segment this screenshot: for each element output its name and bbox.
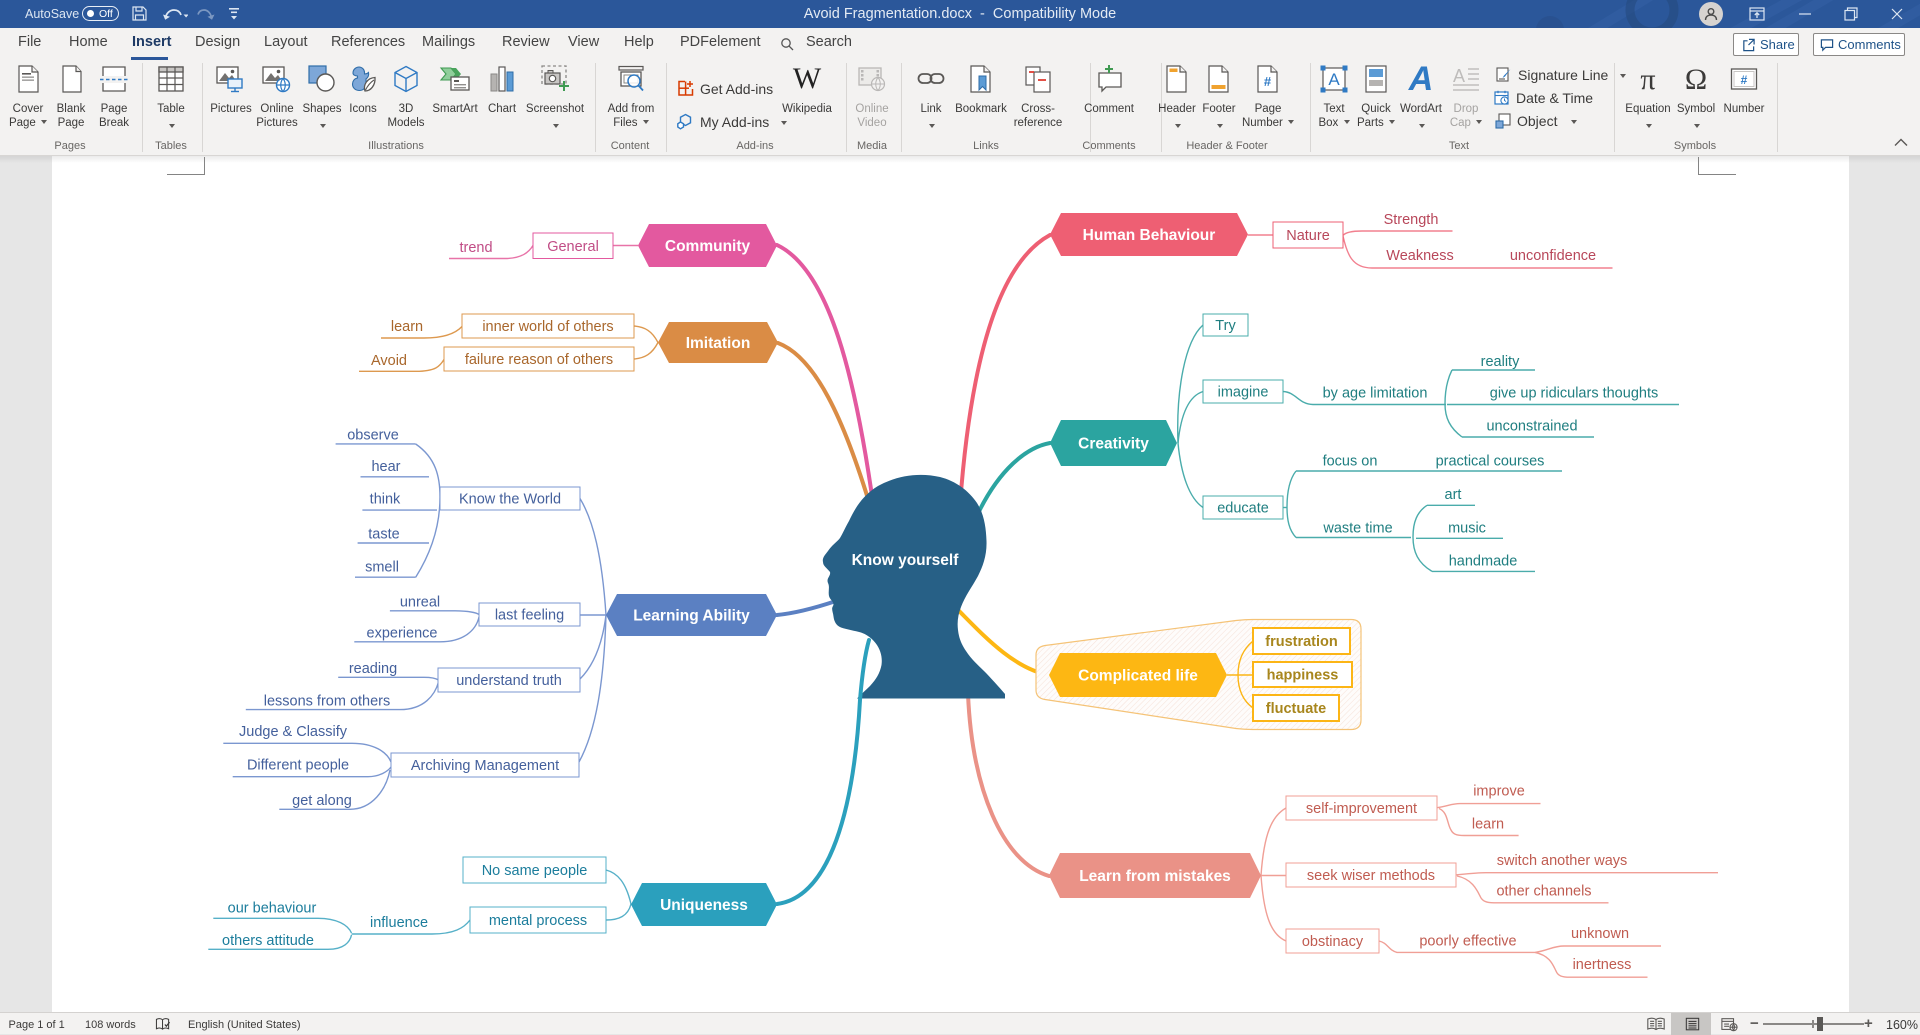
svg-text:unconfidence: unconfidence [1510,248,1596,264]
svg-text:Avoid: Avoid [371,353,407,369]
svg-text:experience: experience [367,626,438,642]
svg-text:music: music [1448,521,1486,537]
svg-text:#: # [1264,74,1272,89]
svg-text:our behaviour: our behaviour [228,901,317,917]
svg-text:failure reason of others: failure reason of others [465,352,613,368]
svg-text:No same people: No same people [482,863,588,879]
svg-text:influence: influence [370,915,428,931]
svg-text:π: π [1640,64,1655,94]
svg-text:last feeling: last feeling [495,608,564,624]
svg-text:understand truth: understand truth [456,673,562,689]
svg-text:Imitation: Imitation [686,335,751,352]
svg-text:fluctuate: fluctuate [1266,701,1326,717]
svg-text:smell: smell [365,560,399,576]
svg-text:learn: learn [391,319,423,335]
svg-text:General: General [547,239,599,255]
svg-text:Ω: Ω [1685,64,1707,94]
svg-text:Know the World: Know the World [459,492,561,508]
svg-text:Different people: Different people [247,758,349,774]
svg-text:mental process: mental process [489,913,587,929]
svg-text:W: W [793,64,822,94]
svg-text:inner world of others: inner world of others [482,319,613,335]
svg-text:taste: taste [368,527,399,543]
svg-text:improve: improve [1473,784,1525,800]
svg-text:handmade: handmade [1449,554,1518,570]
svg-text:happiness: happiness [1267,668,1339,684]
svg-text:others attitude: others attitude [222,933,314,949]
svg-text:by age limitation: by age limitation [1323,386,1428,402]
svg-text:give up ridiculars thoughts: give up ridiculars thoughts [1490,386,1658,402]
svg-text:unconstrained: unconstrained [1486,419,1577,435]
svg-text:A: A [1453,66,1465,86]
svg-text:Weakness: Weakness [1386,248,1453,264]
svg-text:reality: reality [1481,354,1520,370]
svg-text:#: # [1741,73,1748,87]
svg-text:think: think [370,492,401,508]
svg-text:Learning Ability: Learning Ability [633,608,750,625]
svg-text:learn: learn [1472,817,1504,833]
svg-text:observe: observe [347,428,399,444]
svg-text:Nature: Nature [1286,228,1330,244]
svg-text:reading: reading [349,661,397,677]
svg-text:A: A [1328,70,1340,89]
svg-text:Creativity: Creativity [1078,436,1149,453]
svg-text:Human Behaviour: Human Behaviour [1083,227,1216,244]
svg-text:other channels: other channels [1496,884,1591,900]
svg-text:Uniqueness: Uniqueness [660,897,748,914]
svg-text:unreal: unreal [400,595,440,611]
svg-text:poorly effective: poorly effective [1419,934,1516,950]
svg-text:imagine: imagine [1218,385,1269,401]
svg-text:Strength: Strength [1384,212,1439,228]
svg-text:self-improvement: self-improvement [1306,801,1417,817]
svg-text:hear: hear [371,459,400,475]
svg-text:Know yourself: Know yourself [852,552,960,569]
svg-text:inertness: inertness [1573,957,1632,973]
svg-text:A: A [1408,64,1434,94]
svg-text:art: art [1445,487,1462,503]
svg-text:frustration: frustration [1265,634,1338,650]
svg-text:unknown: unknown [1571,926,1629,942]
svg-text:waste time: waste time [1322,521,1392,537]
svg-text:lessons from others: lessons from others [264,694,391,710]
svg-text:Try: Try [1215,318,1236,334]
svg-text:Learn from mistakes: Learn from mistakes [1079,868,1231,885]
svg-text:seek wiser methods: seek wiser methods [1307,868,1435,884]
svg-text:obstinacy: obstinacy [1302,934,1364,950]
svg-text:trend: trend [459,240,492,256]
svg-text:educate: educate [1217,501,1269,517]
svg-text:get along: get along [292,793,352,809]
svg-text:switch another ways: switch another ways [1497,853,1628,869]
svg-text:practical courses: practical courses [1436,454,1545,470]
svg-text:Judge & Classify: Judge & Classify [239,724,348,740]
svg-text:Archiving Management: Archiving Management [411,758,559,774]
svg-text:Complicated life: Complicated life [1078,668,1198,685]
svg-text:Community: Community [665,238,751,255]
svg-text:focus on: focus on [1323,454,1378,470]
